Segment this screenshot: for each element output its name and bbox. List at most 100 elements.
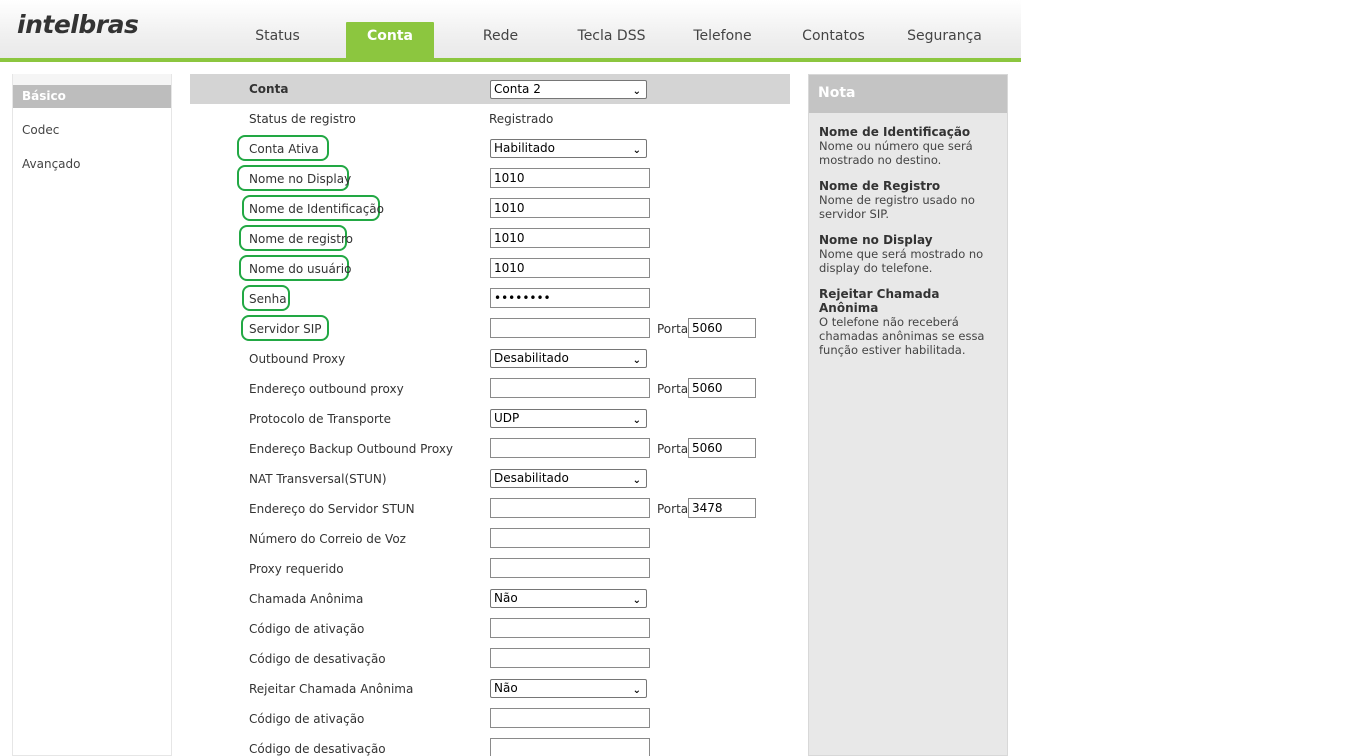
- form-row-endereco-do-servidor-stun: Endereço do Servidor STUN Porta: [190, 494, 790, 524]
- form-row-endereco-backup-outbound-proxy: Endereço Backup Outbound Proxy Porta: [190, 434, 790, 464]
- field-label: Código de desativação: [249, 652, 386, 666]
- port-input[interactable]: [688, 318, 756, 338]
- note-item: Rejeitar Chamada Anônima O telefone não r…: [809, 287, 1007, 357]
- nome-de-identificacao-input[interactable]: [490, 198, 650, 218]
- sidebar-item-codec[interactable]: Codec: [13, 119, 171, 153]
- outbound-proxy-select[interactable]: Desabilitado ⌄: [490, 349, 647, 368]
- protocolo-de-transporte-select[interactable]: UDP ⌄: [490, 409, 647, 428]
- port-input[interactable]: [688, 498, 756, 518]
- sidebar-item-basico[interactable]: Básico: [13, 85, 171, 108]
- select-value: UDP: [494, 411, 520, 425]
- app-root: intelbras Status Conta Rede Tecla DSS Telefo…: [0, 0, 1366, 756]
- note-item-text: O telefone não receberá chamadas anônima…: [819, 315, 985, 357]
- port-input[interactable]: [688, 438, 756, 458]
- port-label: Porta: [657, 382, 689, 396]
- form-row-codigo-de-desativacao: Código de desativação: [190, 644, 790, 674]
- note-item: Nome de Registro Nome de registro usado n…: [809, 179, 1007, 221]
- form-row-servidor-sip: Servidor SIP Porta: [190, 314, 790, 344]
- left-menu-items: Básico Codec Avançado: [13, 85, 171, 187]
- field-label: Outbound Proxy: [249, 352, 346, 366]
- field-label: Servidor SIP: [249, 322, 322, 336]
- note-panel: Nota Nome de Identificação Nome ou número…: [808, 74, 1008, 756]
- chevron-down-icon: ⌄: [632, 355, 641, 366]
- form-row-senha: Senha: [190, 284, 790, 314]
- chevron-down-icon: ⌄: [632, 595, 641, 606]
- field-label: Endereço outbound proxy: [249, 382, 404, 396]
- port-label: Porta: [657, 322, 689, 336]
- note-item-title: Nome de Identificação: [819, 125, 971, 139]
- chevron-down-icon: ⌄: [632, 86, 641, 97]
- account-select[interactable]: Conta 2 ⌄: [490, 80, 647, 99]
- left-menu: Básico Codec Avançado: [12, 74, 172, 756]
- form-row-codigo-de-ativacao: Código de ativação: [190, 614, 790, 644]
- field-label: Conta Ativa: [249, 142, 319, 156]
- field-label: Nome do usuário: [249, 262, 352, 276]
- main-nav: Status Conta Rede Tecla DSS Telefone Contatos…: [222, 22, 1000, 58]
- tab-contatos[interactable]: Contatos: [778, 22, 889, 58]
- field-label: Nome no Display: [249, 172, 352, 186]
- field-label: Número do Correio de Voz: [249, 532, 406, 546]
- field-label: Nome de Identificação: [249, 202, 385, 216]
- tab-rede[interactable]: Rede: [445, 22, 556, 58]
- field-label: Código de ativação: [249, 622, 365, 636]
- field-label: Endereço do Servidor STUN: [249, 502, 415, 516]
- select-value: Não: [494, 681, 518, 695]
- port-label: Porta: [657, 442, 689, 456]
- port-input[interactable]: [688, 378, 756, 398]
- form-row-status-de-registro: Status de registro Registrado: [190, 104, 790, 134]
- codigo-de-ativacao-input[interactable]: [490, 618, 650, 638]
- note-item: Nome no Display Nome que será mostrado no…: [809, 233, 1007, 275]
- rejeitar-chamada-anonima-select[interactable]: Não ⌄: [490, 679, 647, 698]
- form-row-numero-do-correio-de-voz: Número do Correio de Voz: [190, 524, 790, 554]
- nome-no-display-input[interactable]: [490, 168, 650, 188]
- codigo-de-desativacao-input[interactable]: [490, 648, 650, 668]
- numero-do-correio-de-voz-input[interactable]: [490, 528, 650, 548]
- note-item-title: Nome de Registro: [819, 179, 941, 193]
- form-header-label: Conta: [249, 82, 289, 96]
- endereco-do-servidor-stun-input[interactable]: [490, 498, 650, 518]
- select-value: Desabilitado: [494, 351, 569, 365]
- form-header: Conta Conta 2 ⌄: [190, 74, 790, 104]
- form-row-nome-do-usuario: Nome do usuário: [190, 254, 790, 284]
- select-value: Desabilitado: [494, 471, 569, 485]
- form-row-codigo-de-ativacao: Código de ativação: [190, 704, 790, 734]
- senha-password-field[interactable]: [490, 288, 650, 308]
- note-item-text: Nome que será mostrado no display do tel…: [819, 247, 984, 275]
- tab-tecla-dss[interactable]: Tecla DSS: [556, 22, 667, 58]
- sidebar-item-avancado[interactable]: Avançado: [13, 153, 171, 187]
- form-row-conta-ativa: Conta Ativa Habilitado ⌄: [190, 134, 790, 164]
- field-label: Senha: [249, 292, 287, 306]
- form-row-chamada-anonima: Chamada Anônima Não ⌄: [190, 584, 790, 614]
- form-row-rejeitar-chamada-anonima: Rejeitar Chamada Anônima Não ⌄: [190, 674, 790, 704]
- account-form: Conta Conta 2 ⌄ Status de registro Regist…: [190, 74, 790, 756]
- nome-do-usuario-input[interactable]: [490, 258, 650, 278]
- codigo-de-desativacao-input[interactable]: [490, 738, 650, 756]
- tab-seguranca[interactable]: Segurança: [889, 22, 1000, 58]
- tab-conta[interactable]: Conta: [346, 22, 434, 58]
- endereco-backup-outbound-proxy-input[interactable]: [490, 438, 650, 458]
- form-row-nome-de-identificacao: Nome de Identificação: [190, 194, 790, 224]
- chevron-down-icon: ⌄: [632, 145, 641, 156]
- nat-transversal-stun-select[interactable]: Desabilitado ⌄: [490, 469, 647, 488]
- proxy-requerido-input[interactable]: [490, 558, 650, 578]
- select-value: Habilitado: [494, 141, 556, 155]
- registration-status-value: Registrado: [489, 112, 554, 126]
- chamada-anonima-select[interactable]: Não ⌄: [490, 589, 647, 608]
- field-label: Rejeitar Chamada Anônima: [249, 682, 414, 696]
- nome-de-registro-input[interactable]: [490, 228, 650, 248]
- endereco-outbound-proxy-input[interactable]: [490, 378, 650, 398]
- form-row-nome-de-registro: Nome de registro: [190, 224, 790, 254]
- note-item: Nome de Identificação Nome ou número que …: [809, 125, 1007, 167]
- form-row-protocolo-de-transporte: Protocolo de Transporte UDP ⌄: [190, 404, 790, 434]
- form-row-nome-no-display: Nome no Display: [190, 164, 790, 194]
- note-title: Nota: [809, 75, 1007, 113]
- conta-ativa-select[interactable]: Habilitado ⌄: [490, 139, 647, 158]
- servidor-sip-input[interactable]: [490, 318, 650, 338]
- field-label: Nome de registro: [249, 232, 353, 246]
- port-label: Porta: [657, 502, 689, 516]
- form-row-endereco-outbound-proxy: Endereço outbound proxy Porta: [190, 374, 790, 404]
- tab-telefone[interactable]: Telefone: [667, 22, 778, 58]
- codigo-de-ativacao-input[interactable]: [490, 708, 650, 728]
- tab-status[interactable]: Status: [222, 22, 333, 58]
- field-label: Chamada Anônima: [249, 592, 364, 606]
